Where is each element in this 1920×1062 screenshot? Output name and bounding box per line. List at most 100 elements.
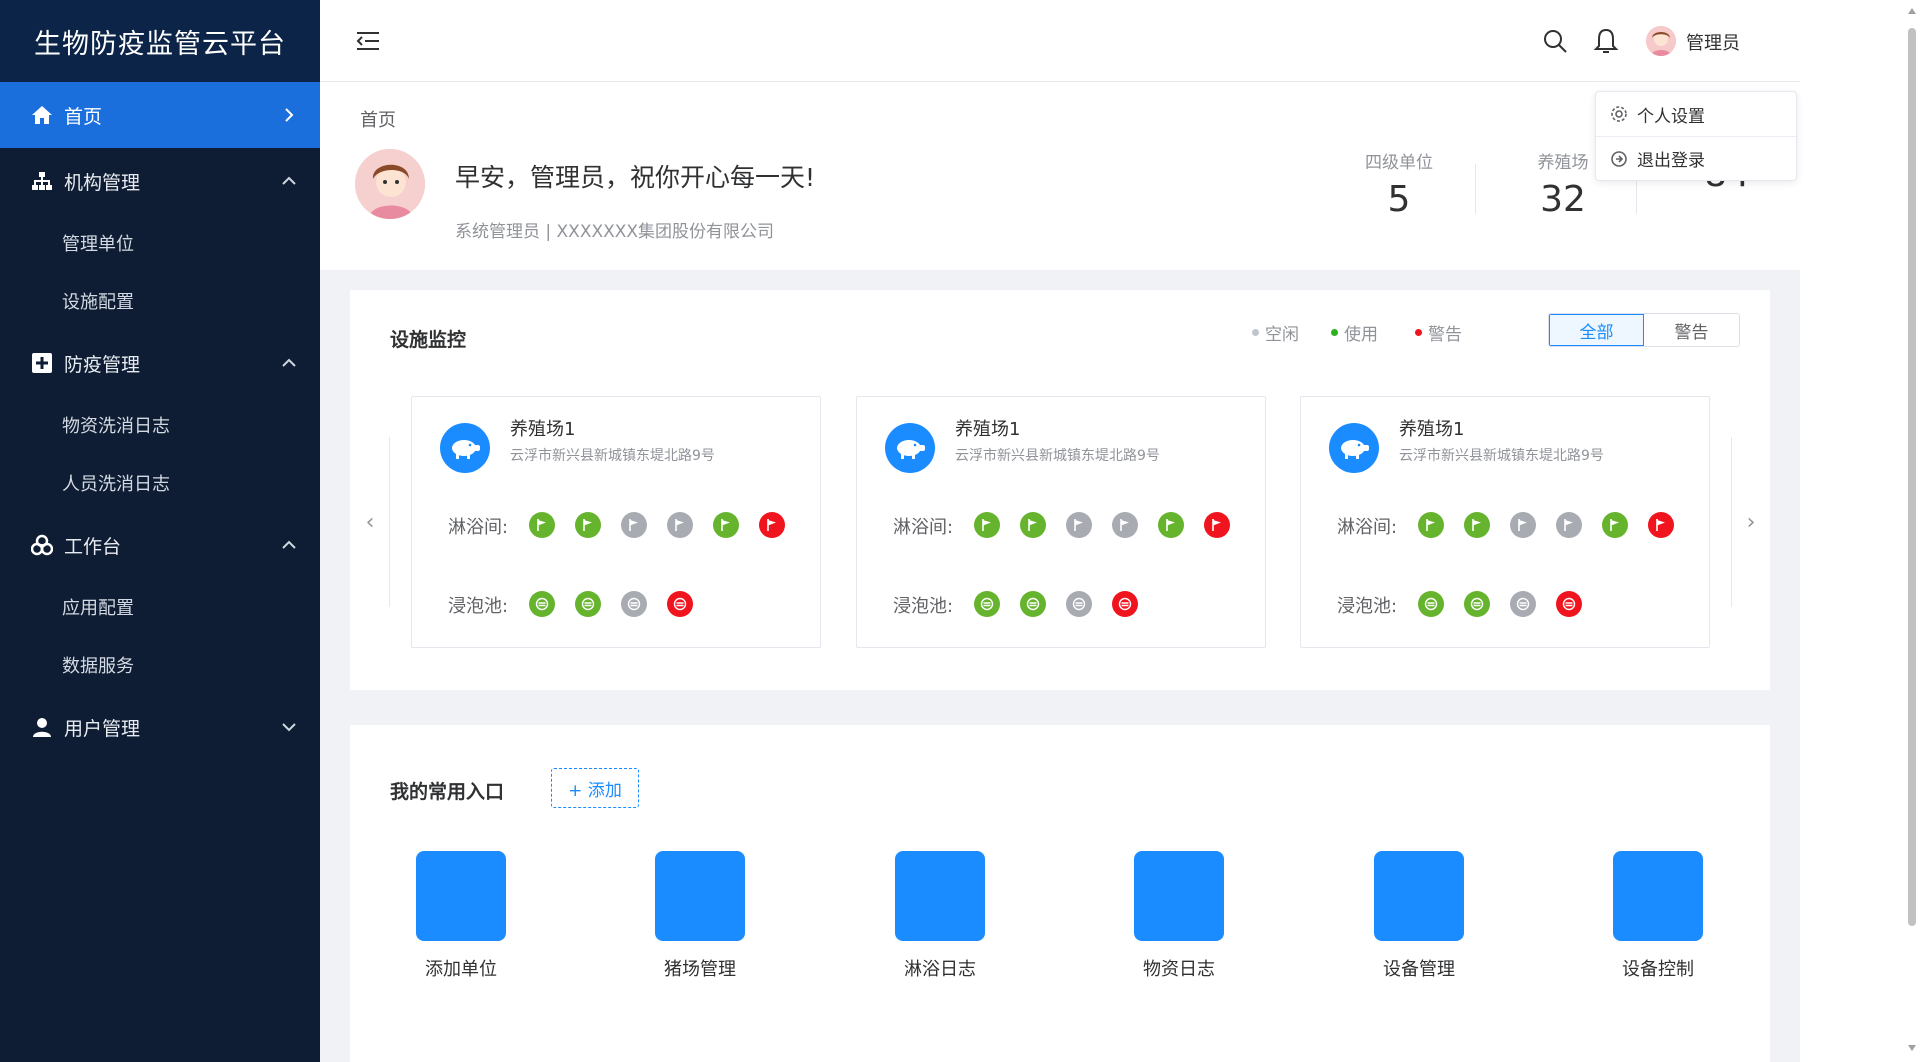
farm-card[interactable]: 养殖场1 云浮市新兴县新城镇东堤北路9号 淋浴间: 浸泡池: [411, 396, 821, 648]
shower-flag-icon[interactable] [1556, 512, 1582, 538]
sidebar-subitem-units[interactable]: 管理单位 [0, 214, 320, 272]
pool-icon[interactable] [529, 591, 555, 617]
scroll-thumb[interactable] [1908, 28, 1916, 926]
shower-flag-icon[interactable] [1648, 512, 1674, 538]
scroll-down-icon[interactable] [1908, 1045, 1916, 1051]
chevron-up-icon [280, 354, 298, 372]
sidebar-item-home[interactable]: 首页 [0, 82, 320, 148]
sidebar-subitem-material-log[interactable]: 物资洗消日志 [0, 396, 320, 454]
filter-all-button[interactable]: 全部 [1549, 314, 1644, 346]
shower-flag-icon[interactable] [974, 512, 1000, 538]
add-shortcut-button[interactable]: + 添加 [551, 768, 639, 808]
legend-in-use: 使用 [1331, 320, 1378, 345]
pool-icon[interactable] [667, 591, 693, 617]
search-icon[interactable] [1542, 28, 1568, 54]
user-dropdown-menu: 个人设置 退出登录 [1595, 91, 1797, 181]
avatar[interactable] [1646, 26, 1676, 56]
welcome-header: 首页 早安，管理员，祝你开心每一天! 系统管理员 | XXXXXXX集团股份有限… [320, 82, 1800, 270]
pool-icon[interactable] [575, 591, 601, 617]
username[interactable]: 管理员 [1686, 29, 1740, 55]
sidebar-item-label: 工作台 [64, 535, 122, 558]
shower-flag-icon[interactable] [667, 512, 693, 538]
pool-icon[interactable] [1418, 591, 1444, 617]
pool-icon[interactable] [1020, 591, 1046, 617]
shortcut-tile-icon [895, 851, 985, 941]
shortcut-material-log[interactable]: 物资日志 [1109, 851, 1249, 981]
shortcut-label: 物资日志 [1143, 959, 1215, 980]
pool-icon[interactable] [1510, 591, 1536, 617]
carousel-prev-icon[interactable]: ‹ [360, 510, 380, 535]
shower-flag-icon[interactable] [529, 512, 555, 538]
carousel-next-icon[interactable]: › [1741, 510, 1761, 535]
shortcut-device-management[interactable]: 设备管理 [1349, 851, 1489, 981]
app-title: 生物防疫监管云平台 [0, 0, 320, 82]
scroll-up-icon[interactable] [1908, 8, 1916, 14]
farm-name: 养殖场1 [510, 419, 576, 440]
shortcut-label: 添加单位 [425, 959, 497, 980]
pool-icon[interactable] [1066, 591, 1092, 617]
shortcut-shower-log[interactable]: 淋浴日志 [870, 851, 1010, 981]
shortcut-label: 设备管理 [1383, 959, 1455, 980]
pool-icon[interactable] [974, 591, 1000, 617]
sidebar: 生物防疫监管云平台 首页 机构管理 管理单位 设施配置 防疫管理 物资洗消日志 … [0, 0, 320, 1062]
shower-flag-icon[interactable] [1112, 512, 1138, 538]
logout-icon [1611, 150, 1627, 167]
sidebar-item-users[interactable]: 用户管理 [0, 694, 320, 760]
shower-flag-icon[interactable] [1066, 512, 1092, 538]
shower-flag-icon[interactable] [1464, 512, 1490, 538]
sidebar-subitem-personnel-log[interactable]: 人员洗消日志 [0, 454, 320, 512]
filter-toggle: 全部 警告 [1548, 313, 1740, 347]
farm-card[interactable]: 养殖场1 云浮市新兴县新城镇东堤北路9号 淋浴间: 浸泡池: [856, 396, 1266, 648]
filter-warning-button[interactable]: 警告 [1644, 314, 1739, 346]
shortcut-tile-icon [1613, 851, 1703, 941]
menu-collapse-icon[interactable] [355, 28, 381, 54]
legend-dot [1415, 329, 1422, 336]
shortcut-device-control[interactable]: 设备控制 [1588, 851, 1728, 981]
breadcrumb[interactable]: 首页 [360, 106, 396, 132]
avatar [355, 149, 425, 219]
shower-flag-icon[interactable] [575, 512, 601, 538]
farm-address: 云浮市新兴县新城镇东堤北路9号 [1399, 448, 1604, 464]
pool-status-row [974, 591, 1158, 617]
shortcut-label: 淋浴日志 [904, 959, 976, 980]
farm-name: 养殖场1 [955, 419, 1021, 440]
shower-flag-icon[interactable] [621, 512, 647, 538]
pig-icon [440, 423, 490, 473]
pool-status-row [1418, 591, 1602, 617]
shower-flag-icon[interactable] [759, 512, 785, 538]
shower-flag-icon[interactable] [1418, 512, 1444, 538]
menu-item-logout[interactable]: 退出登录 [1596, 136, 1796, 180]
bell-icon[interactable] [1593, 27, 1619, 55]
sidebar-item-label: 用户管理 [64, 717, 141, 740]
pool-icon[interactable] [1464, 591, 1490, 617]
farm-card[interactable]: 养殖场1 云浮市新兴县新城镇东堤北路9号 淋浴间: 浸泡池: [1300, 396, 1710, 648]
shower-flag-icon[interactable] [1158, 512, 1184, 538]
legend-dot [1252, 329, 1259, 336]
sidebar-item-org[interactable]: 机构管理 [0, 148, 320, 214]
pool-icon[interactable] [1112, 591, 1138, 617]
shower-flag-icon[interactable] [713, 512, 739, 538]
legend-idle: 空闲 [1252, 320, 1299, 345]
divider [389, 437, 390, 607]
pool-icon[interactable] [621, 591, 647, 617]
pool-status-row [529, 591, 713, 617]
sidebar-subitem-app-config[interactable]: 应用配置 [0, 578, 320, 636]
shortcut-farm-management[interactable]: 猪场管理 [630, 851, 770, 981]
menu-item-personal-settings[interactable]: 个人设置 [1596, 92, 1796, 136]
shower-status-row [974, 512, 1250, 538]
sidebar-subitem-data-service[interactable]: 数据服务 [0, 636, 320, 694]
chevron-up-icon [280, 536, 298, 554]
shower-flag-icon[interactable] [1602, 512, 1628, 538]
shower-flag-icon[interactable] [1510, 512, 1536, 538]
pool-icon[interactable] [1556, 591, 1582, 617]
chevron-right-icon [280, 106, 298, 124]
shortcut-add-unit[interactable]: 添加单位 [391, 851, 531, 981]
shower-flag-icon[interactable] [1020, 512, 1046, 538]
pool-label: 浸泡池: [1337, 596, 1398, 617]
sidebar-item-epidemic[interactable]: 防疫管理 [0, 330, 320, 396]
vertical-scrollbar[interactable] [1903, 0, 1920, 1062]
pig-icon [885, 423, 935, 473]
shower-flag-icon[interactable] [1204, 512, 1230, 538]
sidebar-item-workbench[interactable]: 工作台 [0, 512, 320, 578]
sidebar-subitem-facility-config[interactable]: 设施配置 [0, 272, 320, 330]
